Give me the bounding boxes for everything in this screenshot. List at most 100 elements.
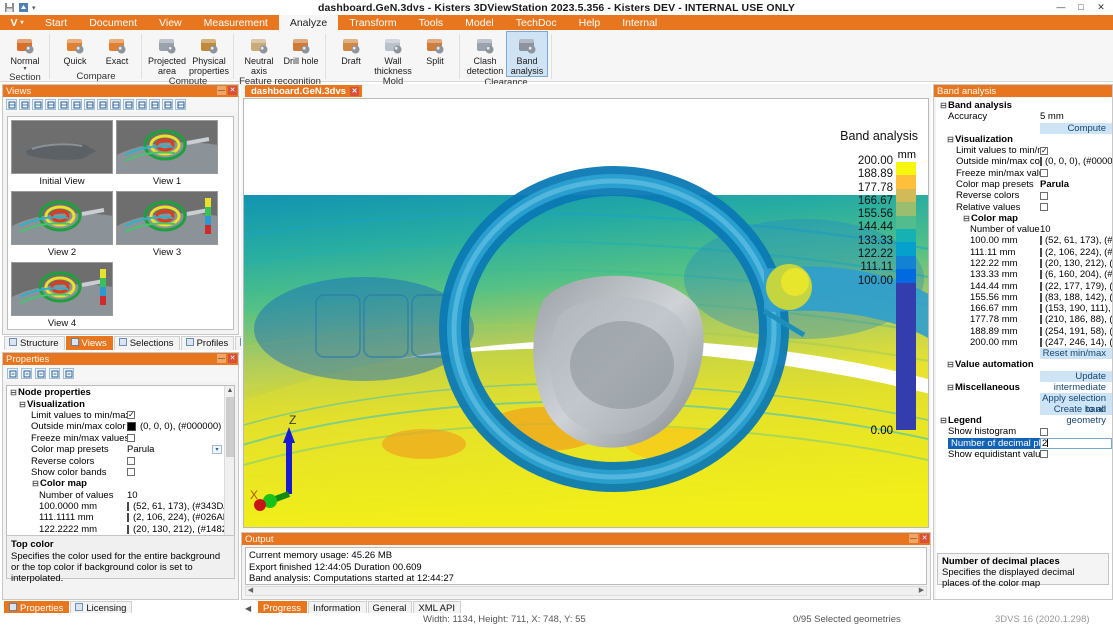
update-view-icon[interactable]	[32, 99, 43, 110]
band-row[interactable]: ⊟Color map	[936, 213, 1112, 224]
list-icon[interactable]	[175, 99, 186, 110]
band-row-value[interactable]	[1040, 191, 1112, 200]
band-row[interactable]: Limit values to min/max	[936, 145, 1112, 156]
color-swatch[interactable]	[1040, 281, 1042, 291]
color-swatch[interactable]	[1040, 338, 1042, 348]
band-row-value[interactable]: 10	[1040, 224, 1112, 235]
band-row-value[interactable]: (83, 188, 142), (#53	[1040, 292, 1112, 303]
left-panel-tabs[interactable]: StructureViewsSelectionsProfilesPMI	[4, 336, 275, 350]
band-row[interactable]: ⊟Value automation	[936, 359, 1112, 370]
grid-icon[interactable]	[162, 99, 173, 110]
view-thumbnail[interactable]	[11, 191, 113, 245]
views-panel-buttons[interactable]: — ✕	[217, 86, 237, 95]
view-thumbnail[interactable]	[116, 191, 218, 245]
band-row[interactable]: Reverse colors	[936, 190, 1112, 201]
edit-icon[interactable]	[97, 99, 108, 110]
ribbon-button-projected-area[interactable]: Projected area	[146, 31, 188, 76]
band-row[interactable]: Accuracy 5 mm	[936, 111, 1112, 122]
window-controls[interactable]: — □ ✕	[1051, 0, 1111, 14]
property-row[interactable]: Outside min/max color (0, 0, 0), (#000000…	[7, 421, 234, 432]
views-toolbar[interactable]	[3, 97, 238, 112]
band-row-value[interactable]: (0, 0, 0), (#000000)	[1040, 156, 1112, 167]
color-swatch[interactable]	[127, 422, 136, 432]
property-row[interactable]: 111.1111 mm (2, 106, 224), (#026AE0)	[7, 512, 234, 523]
tab-structure[interactable]: Structure	[4, 336, 65, 350]
color-swatch[interactable]	[1040, 259, 1042, 268]
filter-icon[interactable]	[63, 368, 74, 379]
band-row[interactable]: Number of decimal pl... 2	[936, 437, 1112, 449]
band-row-value[interactable]: (52, 61, 173), (#343	[1040, 235, 1112, 246]
reset-minmax-button[interactable]: Reset min/max	[1040, 348, 1112, 360]
ribbon-button-band-analysis[interactable]: Band analysis	[506, 31, 548, 77]
home-icon[interactable]	[6, 99, 17, 110]
view-item[interactable]: View 3	[116, 191, 218, 258]
property-row[interactable]: Show color bands	[7, 467, 234, 478]
band-analysis-content[interactable]: ⊟Band analysis Accuracy 5 mm Compute ⊟Visual…	[936, 98, 1112, 599]
band-row[interactable]: 144.44 mm (22, 177, 179), (#16	[936, 280, 1112, 292]
property-row[interactable]: Number of values 10	[7, 490, 234, 501]
scroll-up-icon[interactable]: ▲	[225, 386, 234, 396]
band-row-value[interactable]: (254, 191, 58), (#FE	[1040, 326, 1112, 337]
band-row[interactable]: Show histogram	[936, 426, 1112, 437]
ribbon-tab-internal[interactable]: Internal	[611, 15, 668, 30]
views-panel-close-icon[interactable]: ✕	[228, 86, 237, 95]
expander-icon[interactable]: ⊟	[946, 360, 955, 369]
band-row[interactable]: Number of values 10	[936, 224, 1112, 235]
ribbon[interactable]: Normal ▾ Section Quick Exact Compare Projected…	[0, 30, 1113, 88]
properties-panel-close-icon[interactable]: ✕	[228, 354, 237, 363]
band-row-value[interactable]: (22, 177, 179), (#16	[1040, 281, 1112, 292]
band-row[interactable]: Show equidistant values	[936, 449, 1112, 460]
output-panel-buttons[interactable]: — ✕	[909, 534, 929, 543]
ribbon-button-quick[interactable]: Quick	[54, 31, 96, 67]
property-row[interactable]: ⊟Color map	[7, 478, 234, 489]
property-value[interactable]: Parula ▾	[127, 444, 234, 455]
color-swatch[interactable]	[1040, 270, 1042, 280]
update-intermediate-button[interactable]: Update intermediate	[1040, 370, 1112, 393]
band-row-value[interactable]	[1040, 203, 1112, 212]
collapse-all-icon[interactable]	[21, 368, 32, 379]
import-icon[interactable]	[149, 99, 160, 110]
chevron-down-icon[interactable]: ▾	[212, 445, 222, 455]
band-row-value[interactable]	[1040, 146, 1112, 155]
ribbon-button-exact[interactable]: Exact	[96, 31, 138, 67]
color-swatch[interactable]	[1040, 247, 1042, 257]
property-value[interactable]	[127, 411, 234, 420]
ribbon-button-neutral-axis[interactable]: Neutral axis	[238, 31, 280, 76]
band-row[interactable]: Color map presets Parula	[936, 179, 1112, 190]
band-row[interactable]: 122.22 mm (20, 130, 212), (#14	[936, 258, 1112, 269]
expander-icon[interactable]: ⊟	[962, 214, 971, 223]
output-panel-close-icon[interactable]: ✕	[920, 534, 929, 543]
band-row[interactable]: Freeze min/max values	[936, 167, 1112, 179]
ribbon-button-drill-hole[interactable]: Drill hole	[280, 31, 322, 67]
property-value[interactable]: (20, 130, 212), (#1482D4)	[127, 524, 234, 535]
ribbon-tab-bar[interactable]: V ▾ Start Document View Measurement Analyze T…	[0, 15, 1113, 30]
ribbon-tab-help[interactable]: Help	[568, 15, 612, 30]
view-item[interactable]: Initial View	[11, 120, 113, 187]
properties-toolbar[interactable]	[3, 365, 238, 381]
band-row-value[interactable]: 5 mm	[1040, 111, 1112, 122]
property-row[interactable]: ⊟Visualization	[7, 398, 234, 410]
band-row[interactable]: 177.78 mm (210, 186, 88), (#D2	[936, 314, 1112, 325]
view-thumbnail[interactable]	[11, 120, 113, 174]
ribbon-button-normal[interactable]: Normal ▾	[4, 31, 46, 72]
color-swatch[interactable]	[1040, 326, 1042, 336]
checkbox[interactable]	[127, 434, 135, 443]
checkbox[interactable]	[1040, 427, 1048, 436]
views-list[interactable]: Initial View View 1 View 2 View 3 View 4	[7, 116, 234, 330]
band-row-value[interactable]	[1040, 450, 1112, 459]
color-swatch[interactable]	[1040, 315, 1042, 325]
checkbox[interactable]	[127, 411, 135, 420]
property-value[interactable]: 10	[127, 490, 234, 501]
expander-icon[interactable]: ⊟	[939, 416, 948, 425]
view-item[interactable]: View 2	[11, 191, 113, 258]
view-item[interactable]: View 1	[116, 120, 218, 187]
band-row[interactable]: Relative values	[936, 201, 1112, 213]
ribbon-tab-transform[interactable]: Transform	[338, 15, 407, 30]
property-row[interactable]: Color map presets Parula ▾	[7, 444, 234, 455]
ribbon-tab-start[interactable]: Start	[34, 15, 78, 30]
expander-icon[interactable]: ⊟	[939, 101, 948, 110]
band-row[interactable]: 188.89 mm (254, 191, 58), (#FE	[936, 326, 1112, 337]
property-row[interactable]: ⊟Node properties	[7, 387, 234, 398]
band-row-value[interactable]: (210, 186, 88), (#D2	[1040, 314, 1112, 325]
ribbon-tab-view[interactable]: View	[148, 15, 193, 30]
